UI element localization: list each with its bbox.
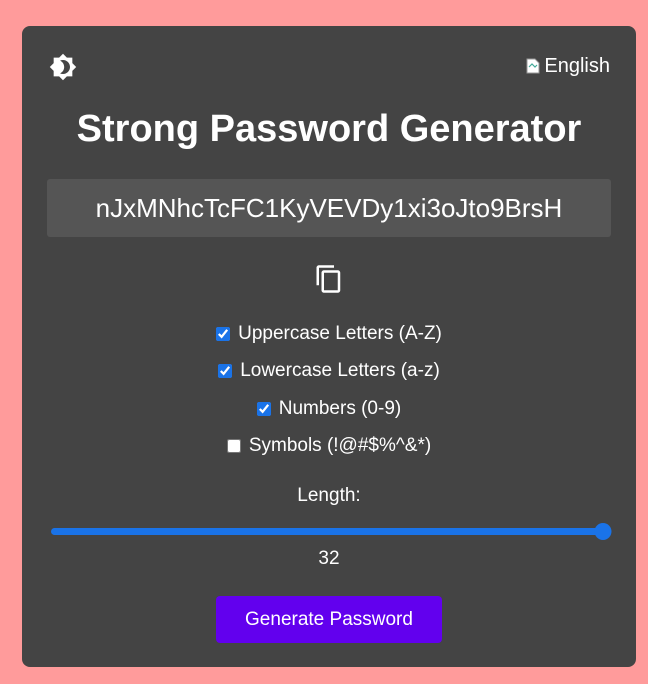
- slider-thumb[interactable]: [594, 523, 612, 540]
- copy-button[interactable]: [312, 262, 346, 296]
- generator-card: English Strong Password Generator Upperc…: [22, 26, 636, 667]
- lowercase-checkbox[interactable]: [218, 364, 233, 378]
- uppercase-checkbox[interactable]: [216, 327, 231, 341]
- symbols-checkbox[interactable]: [226, 439, 241, 453]
- option-label: Numbers (0-9): [278, 398, 402, 419]
- copy-icon: [316, 265, 341, 293]
- generate-password-button[interactable]: Generate Password: [216, 596, 442, 643]
- page-title: Strong Password Generator: [76, 108, 582, 150]
- language-label: English: [544, 54, 610, 77]
- length-label: Length:: [297, 485, 361, 506]
- language-selector[interactable]: English: [525, 54, 610, 78]
- brightness-icon: [49, 53, 77, 81]
- option-numbers[interactable]: Numbers (0-9): [22, 396, 636, 422]
- option-symbols[interactable]: Symbols (!@#$%^&*): [22, 433, 636, 459]
- numbers-checkbox[interactable]: [256, 402, 271, 416]
- option-label: Lowercase Letters (a-z): [240, 360, 440, 381]
- length-value: 32: [318, 548, 340, 569]
- option-label: Uppercase Letters (A-Z): [238, 323, 442, 344]
- broken-image-icon: [525, 57, 541, 75]
- password-output[interactable]: [47, 179, 611, 237]
- length-slider[interactable]: [51, 520, 612, 544]
- option-uppercase[interactable]: Uppercase Letters (A-Z): [22, 321, 636, 347]
- slider-track: [51, 528, 611, 535]
- option-lowercase[interactable]: Lowercase Letters (a-z): [22, 358, 636, 384]
- theme-toggle[interactable]: [48, 52, 78, 82]
- option-label: Symbols (!@#$%^&*): [248, 435, 432, 456]
